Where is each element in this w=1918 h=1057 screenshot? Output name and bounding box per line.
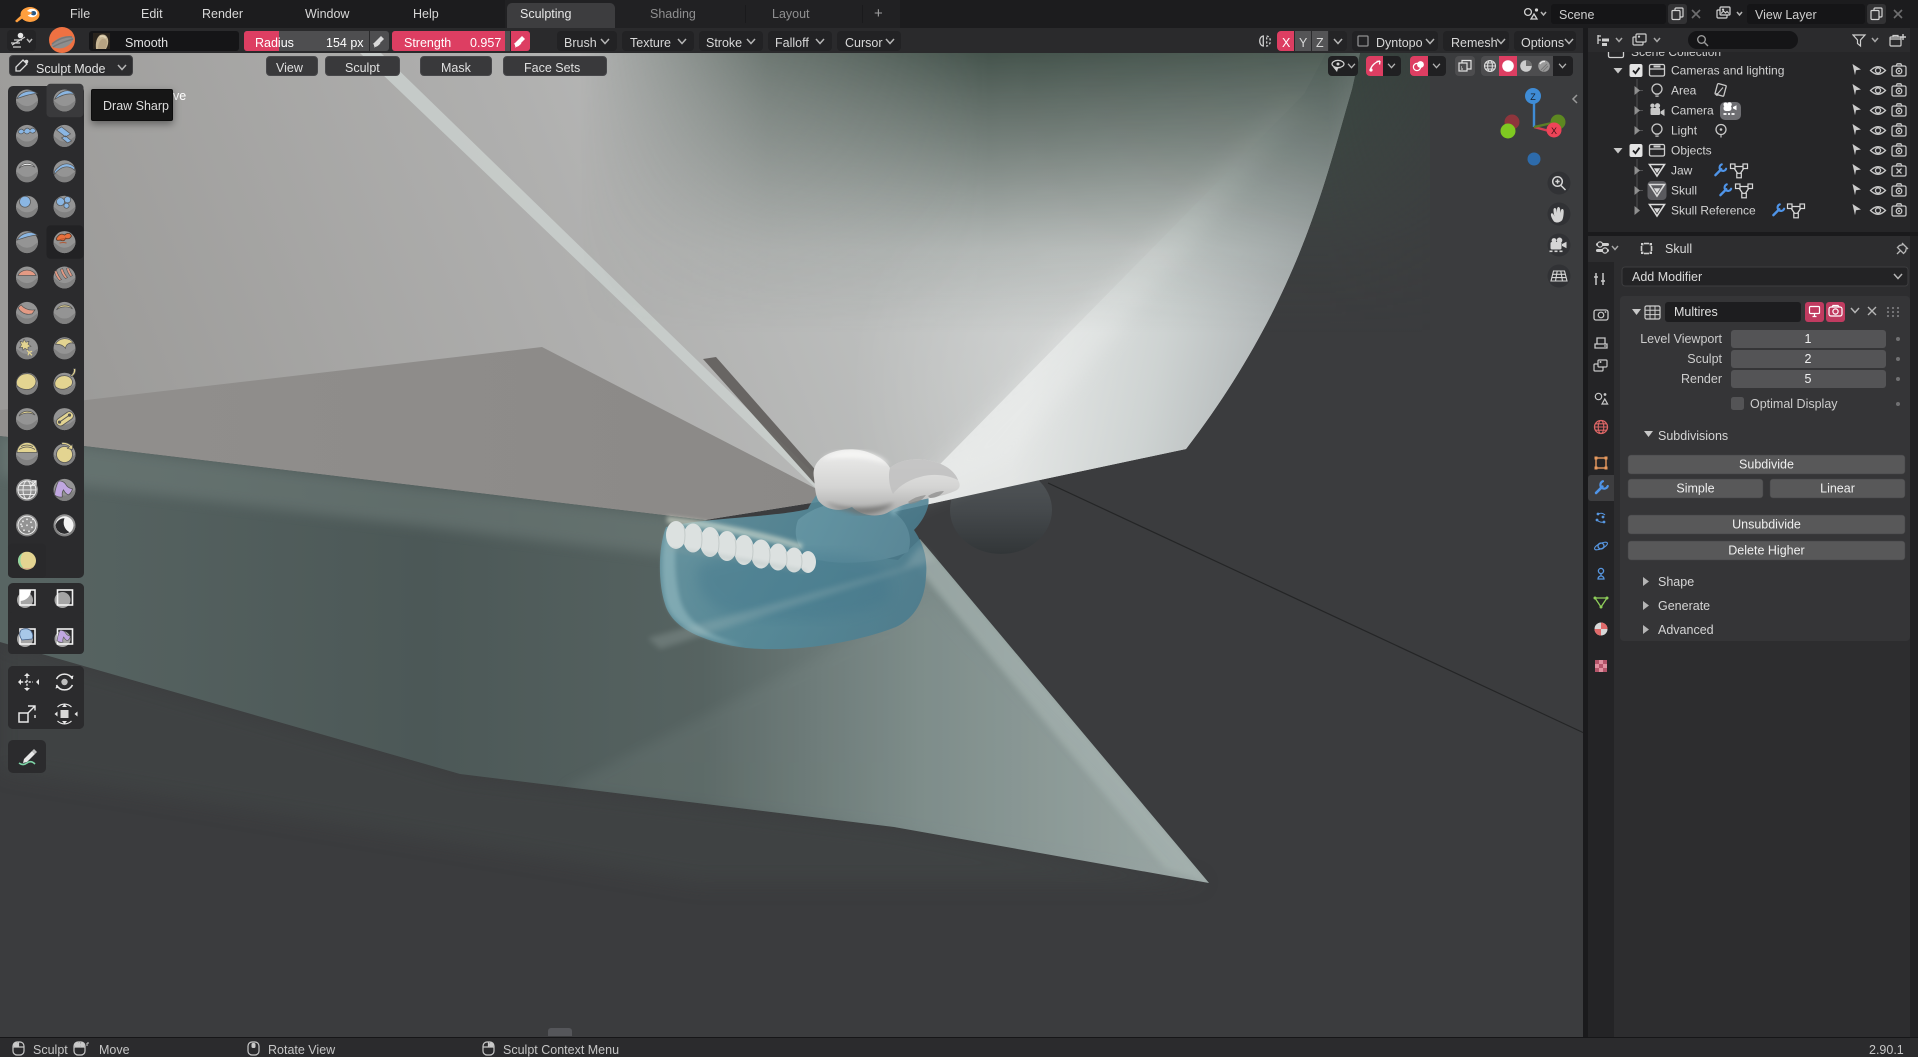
svg-text:Delete Higher: Delete Higher — [1728, 544, 1804, 558]
svg-text:X: X — [1551, 126, 1557, 136]
svg-text:Jaw: Jaw — [1671, 164, 1693, 178]
svg-text:2: 2 — [1805, 352, 1812, 366]
svg-text:Skull Reference: Skull Reference — [1671, 204, 1756, 218]
svg-text:Z: Z — [1530, 92, 1536, 102]
svg-text:Sculpt: Sculpt — [1687, 352, 1722, 366]
svg-text:Simple: Simple — [1676, 482, 1714, 496]
svg-text:Shape: Shape — [1658, 575, 1694, 589]
svg-text:Add Modifier: Add Modifier — [1632, 270, 1702, 284]
svg-text:Skull: Skull — [1671, 184, 1697, 198]
svg-text:Objects: Objects — [1671, 144, 1712, 158]
svg-text:Render: Render — [1681, 372, 1722, 386]
svg-text:5: 5 — [1805, 372, 1812, 386]
svg-text:Level Viewport: Level Viewport — [1640, 332, 1722, 346]
svg-text:Camera: Camera — [1671, 104, 1714, 118]
svg-text:Scene Collection: Scene Collection — [1631, 52, 1721, 59]
svg-text:Generate: Generate — [1658, 599, 1710, 613]
svg-text:Advanced: Advanced — [1658, 623, 1714, 637]
svg-text:Light: Light — [1671, 124, 1698, 138]
svg-text:Multires: Multires — [1674, 305, 1718, 319]
svg-text:Linear: Linear — [1820, 482, 1855, 496]
svg-text:Subdivisions: Subdivisions — [1658, 429, 1728, 443]
svg-text:1: 1 — [1805, 332, 1812, 346]
svg-text:Skull: Skull — [1665, 242, 1692, 256]
svg-text:Subdivide: Subdivide — [1739, 458, 1794, 472]
svg-text:Cameras and lighting: Cameras and lighting — [1671, 64, 1784, 78]
svg-text:Unsubdivide: Unsubdivide — [1732, 518, 1801, 532]
svg-text:Area: Area — [1671, 84, 1697, 98]
svg-text:Optimal Display: Optimal Display — [1750, 397, 1838, 411]
